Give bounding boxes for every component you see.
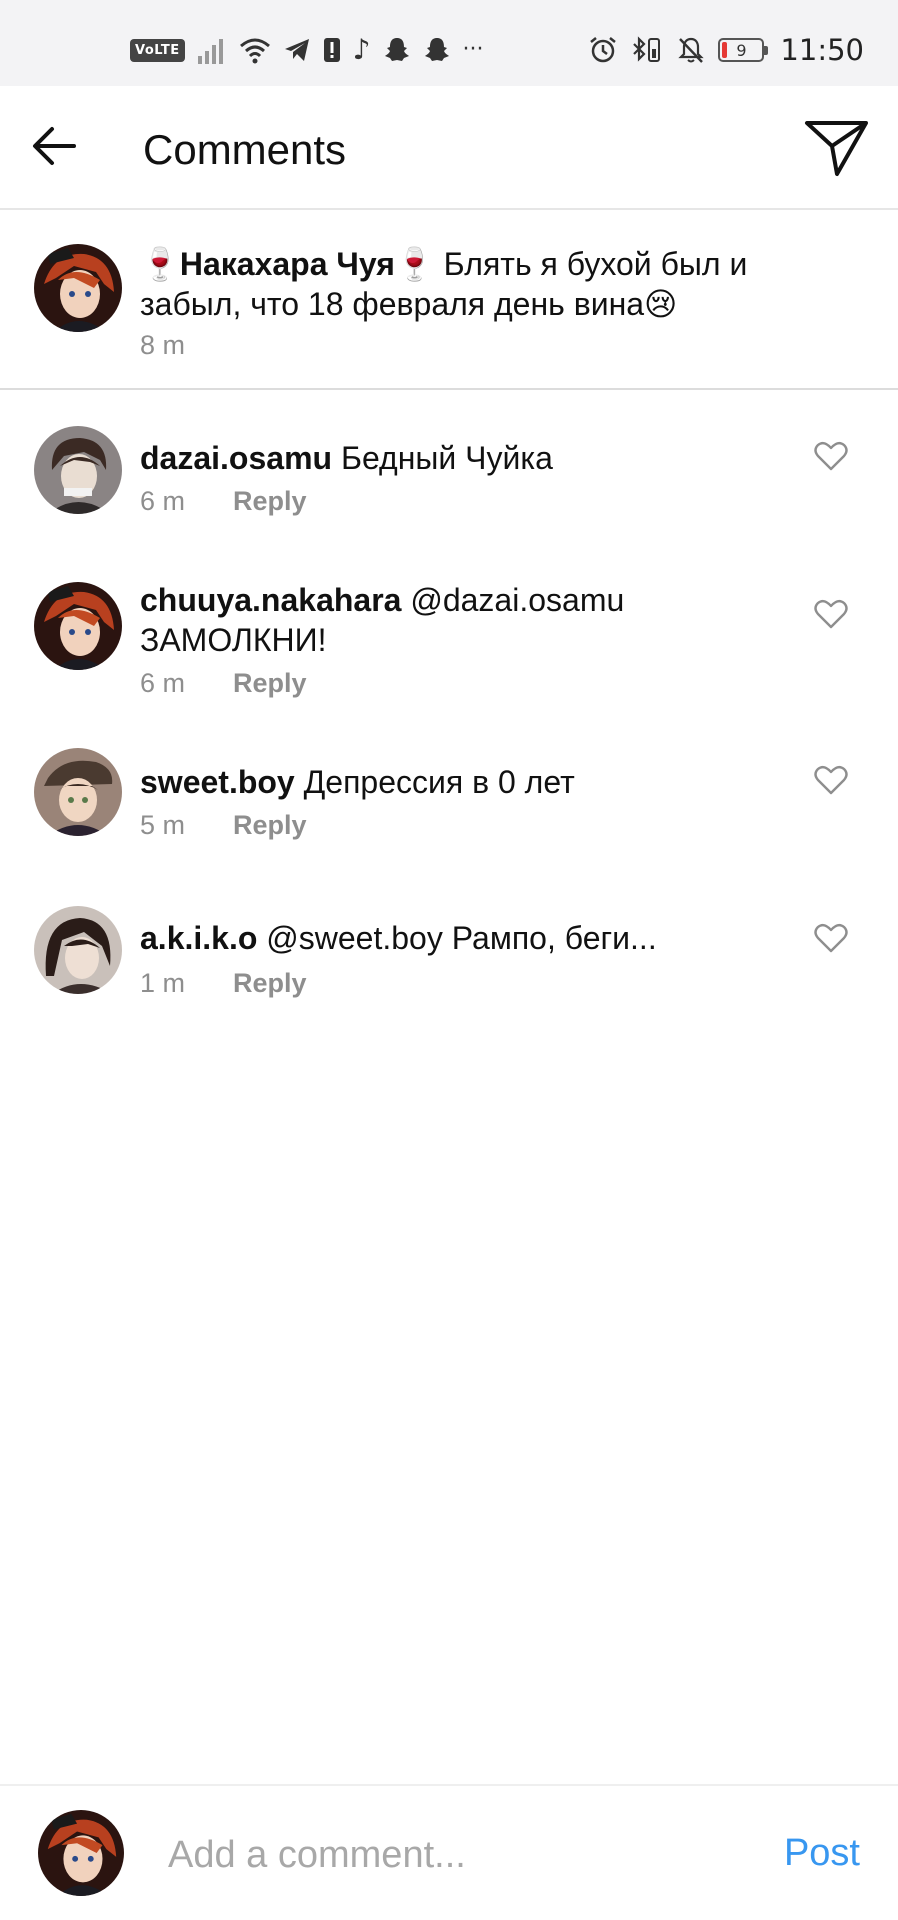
avatar[interactable] — [34, 244, 122, 332]
comment-composer: Post — [0, 1784, 898, 1920]
post-button[interactable]: Post — [784, 1832, 860, 1875]
comment-time: 5 m — [140, 810, 186, 840]
signal-icon — [197, 32, 227, 68]
battery-icon: 9 — [718, 32, 769, 68]
comment-body: Депрессия в 0 лет — [294, 764, 575, 800]
volte-icon: VoLTE — [130, 32, 185, 68]
mute-icon — [676, 32, 706, 68]
chuuya-avatar-image — [38, 1810, 124, 1896]
dazai-avatar-image — [34, 426, 122, 514]
comment-text: a.k.i.k.o @sweet.boy Рампо, беги... — [140, 918, 780, 958]
comment-username[interactable]: dazai.osamu — [140, 440, 332, 476]
chuuya-avatar-image — [34, 582, 122, 670]
akiko-avatar-image — [34, 906, 122, 994]
comment-text: sweet.boy Депрессия в 0 лет — [140, 762, 780, 802]
caption-text: 🍷Накахара Чуя🍷 Блять я бухой был и забыл… — [140, 244, 840, 324]
caption-time: 8 m — [140, 330, 186, 360]
comment-time: 6 m — [140, 668, 186, 698]
caption-meta: 8 m — [140, 330, 185, 361]
alarm-icon — [588, 32, 618, 68]
like-heart-icon[interactable] — [814, 922, 848, 954]
comment-body: @sweet.boy Рампо, беги... — [257, 920, 657, 956]
status-right-icons: 9 11:50 — [588, 32, 864, 68]
share-direct-button[interactable] — [804, 118, 870, 178]
more-notifications-icon: ··· — [462, 37, 484, 62]
like-heart-icon[interactable] — [814, 764, 848, 796]
comment-text: dazai.osamu Бедный Чуйка — [140, 438, 780, 478]
chuuya-avatar-image — [34, 244, 122, 332]
post-caption: 🍷Накахара Чуя🍷 Блять я бухой был и забыл… — [0, 210, 898, 390]
status-left-icons: VoLTE ♪ ··· — [130, 32, 484, 68]
caption-username[interactable]: 🍷Накахара Чуя🍷 — [140, 246, 435, 282]
snapchat-icon — [383, 32, 411, 68]
telegram-icon — [283, 32, 311, 68]
bluetooth-vibrate-icon — [630, 32, 664, 68]
avatar[interactable] — [34, 748, 122, 836]
comment-meta: 6 m Reply — [140, 486, 307, 517]
snapchat-icon-2 — [423, 32, 451, 68]
avatar[interactable] — [34, 906, 122, 994]
comment-meta: 1 m Reply — [140, 968, 307, 999]
music-note-icon: ♪ — [352, 33, 371, 66]
page-title: Comments — [143, 126, 347, 173]
comment-username[interactable]: chuuya.nakahara — [140, 582, 401, 618]
reply-button[interactable]: Reply — [233, 668, 307, 698]
comment-username[interactable]: a.k.i.k.o — [140, 920, 257, 956]
wifi-icon — [239, 32, 271, 68]
like-heart-icon[interactable] — [814, 440, 848, 472]
clock: 11:50 — [780, 33, 864, 67]
reply-button[interactable]: Reply — [233, 486, 307, 516]
reply-button[interactable]: Reply — [233, 810, 307, 840]
back-button[interactable] — [30, 120, 82, 172]
comment-body: Бедный Чуйка — [332, 440, 553, 476]
sweet-boy-avatar-image — [34, 748, 122, 836]
comment-text: chuuya.nakahara @dazai.osamu ЗАМОЛКНИ! — [140, 580, 700, 660]
top-app-bar: Comments — [0, 86, 898, 210]
back-arrow-icon — [33, 127, 76, 165]
avatar[interactable] — [34, 582, 122, 670]
comment-meta: 5 m Reply — [140, 810, 307, 841]
avatar[interactable] — [34, 426, 122, 514]
alert-icon — [323, 32, 341, 68]
comment-time: 1 m — [140, 968, 186, 998]
paper-plane-icon — [805, 121, 868, 176]
comment-meta: 6 m Reply — [140, 668, 307, 699]
comment-username[interactable]: sweet.boy — [140, 764, 295, 800]
status-bar: VoLTE ♪ ··· 9 11:50 — [0, 0, 898, 86]
comment-input[interactable] — [168, 1830, 728, 1880]
like-heart-icon[interactable] — [814, 598, 848, 630]
reply-button[interactable]: Reply — [233, 968, 307, 998]
current-user-avatar — [38, 1810, 124, 1896]
comment-time: 6 m — [140, 486, 186, 516]
